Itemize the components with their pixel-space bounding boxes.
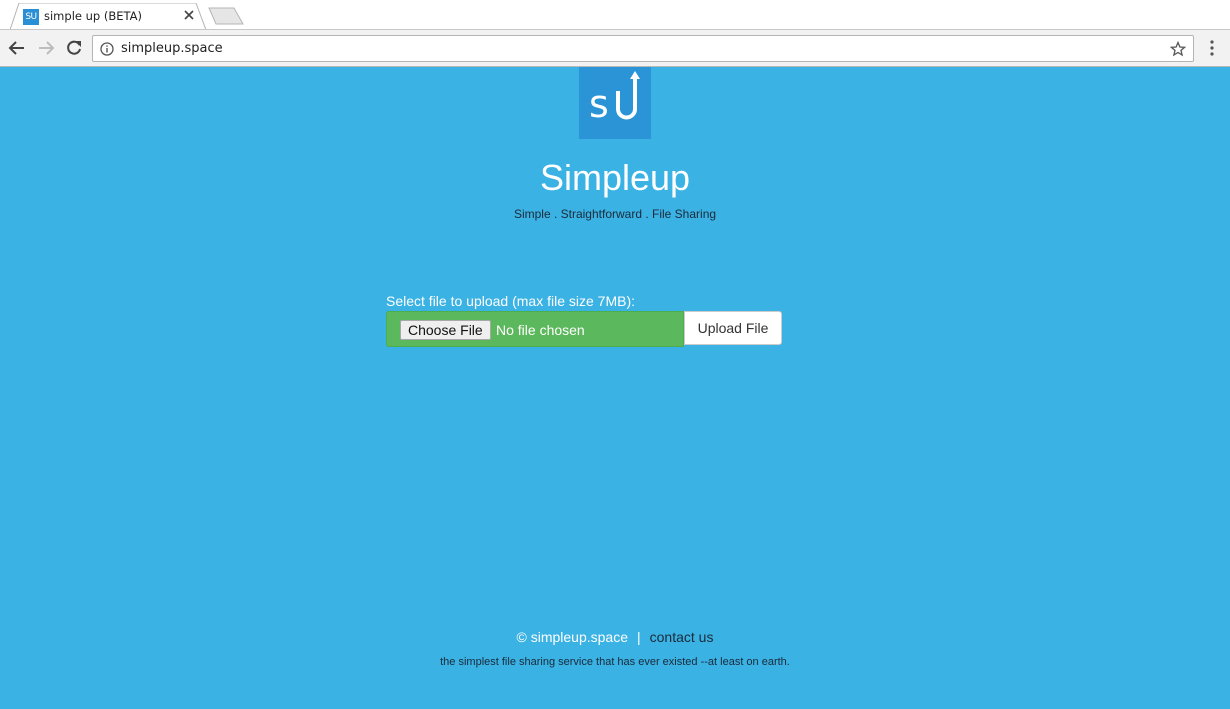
tab-title: simple up (BETA) (44, 9, 142, 23)
info-icon[interactable] (100, 42, 114, 56)
upload-file-button[interactable]: Upload File (684, 311, 782, 345)
site-title: Simpleup (539, 157, 691, 198)
upload-label: Select file to upload (max file size 7MB… (386, 293, 635, 309)
footer-note: the simplest file sharing service that h… (440, 656, 790, 668)
page-body: s Simpleup Simple . Straightforward . Fi… (0, 67, 1230, 709)
favicon-icon: SU (23, 9, 39, 25)
address-bar[interactable]: simpleup.space (92, 35, 1194, 62)
browser-menu-icon[interactable] (1205, 39, 1219, 57)
file-input[interactable]: Choose File No file chosen (386, 311, 684, 347)
new-tab-button[interactable] (208, 7, 244, 25)
back-arrow-icon[interactable] (8, 39, 26, 57)
footer-copyright: © simpleup.space (516, 629, 628, 645)
browser-toolbar: simpleup.space (0, 30, 1230, 67)
choose-file-button[interactable]: Choose File (400, 320, 491, 340)
footer-links: © simpleup.space | contact us (0, 629, 1230, 645)
no-file-chosen-text: No file chosen (496, 322, 585, 338)
logo-mark-icon: s (589, 71, 640, 126)
url-text[interactable]: simpleup.space (121, 41, 223, 56)
footer-separator: | (637, 629, 641, 645)
forward-arrow-icon[interactable] (37, 39, 55, 57)
site-logo: s (579, 67, 651, 139)
svg-text:s: s (589, 82, 609, 126)
bookmark-star-icon[interactable] (1170, 41, 1186, 57)
reload-icon[interactable] (65, 39, 83, 57)
site-tagline: Simple . Straightforward . File Sharing (513, 207, 717, 221)
contact-us-link[interactable]: contact us (650, 629, 714, 645)
close-tab-icon[interactable] (182, 8, 196, 22)
browser-tab[interactable]: SU simple up (BETA) (10, 3, 206, 30)
tab-strip: SU simple up (BETA) (0, 0, 1230, 31)
